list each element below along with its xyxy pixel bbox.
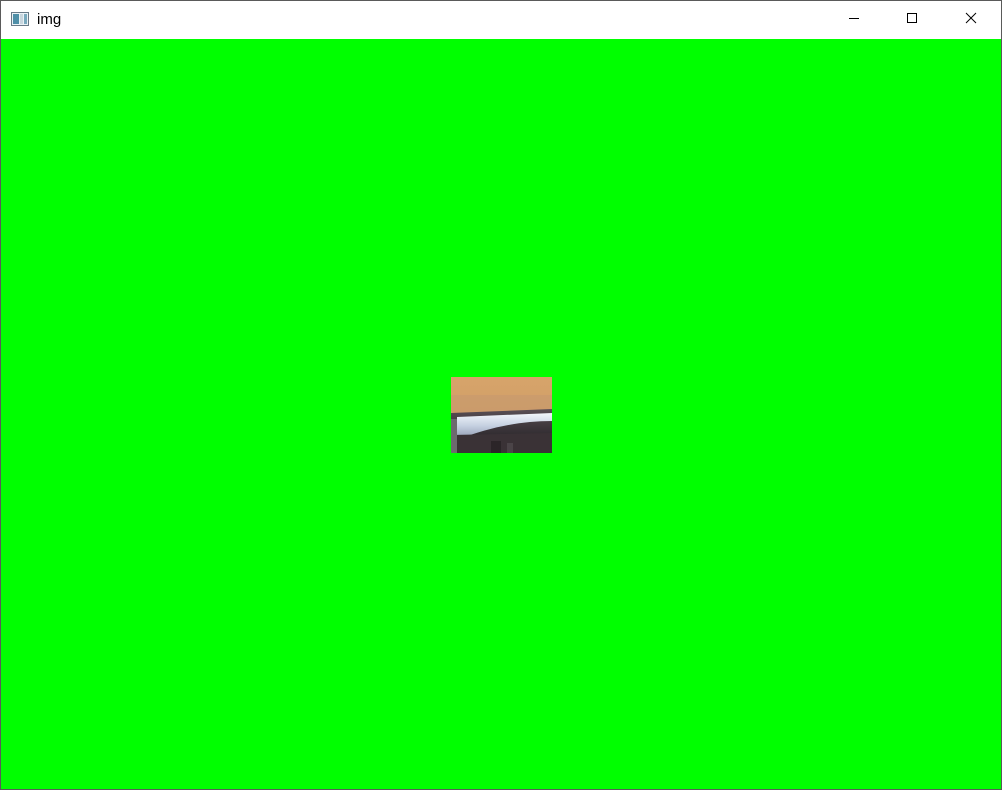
- image-canvas: [1, 39, 1001, 789]
- window-title: img: [37, 11, 62, 28]
- title-bar[interactable]: img: [1, 1, 1001, 39]
- image-thumbnail: [451, 377, 552, 453]
- minimize-button[interactable]: [825, 1, 883, 39]
- close-button[interactable]: [942, 1, 1000, 39]
- maximize-button[interactable]: [883, 1, 941, 39]
- close-icon: [965, 11, 977, 29]
- minimize-icon: [848, 11, 860, 29]
- app-window: img: [0, 0, 1002, 790]
- maximize-icon: [906, 11, 918, 29]
- app-image-icon: [11, 12, 29, 26]
